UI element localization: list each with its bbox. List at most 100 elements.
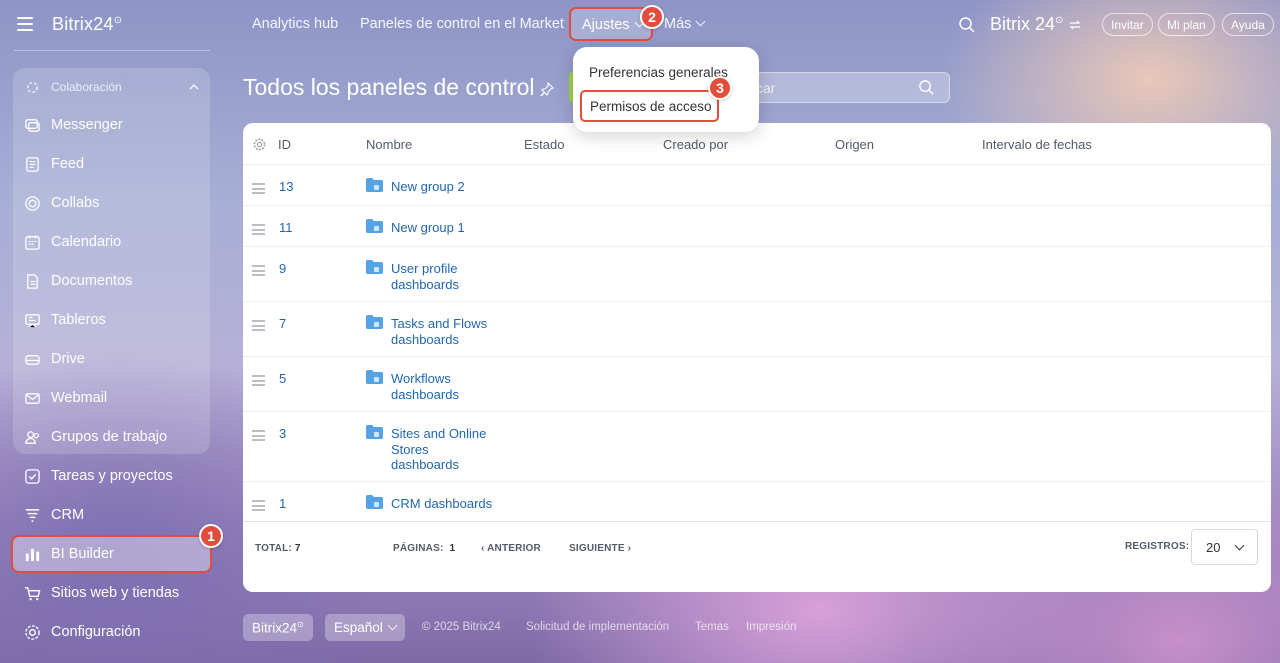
calendar-icon [23,233,41,251]
sidebar-item-label: Messenger [51,117,123,133]
sidebar-item-bi-builder[interactable]: BI Builder [11,535,212,573]
next-page-button[interactable]: SIGUIENTE › [569,543,631,554]
column-header-status[interactable]: Estado [524,137,564,152]
header-logo[interactable]: Bitrix 24⊙ [990,14,1063,35]
search-icon[interactable] [918,79,935,96]
sidebar-item-label: Grupos de trabajo [51,429,168,445]
sidebar-item-boards[interactable]: Tableros [13,305,210,335]
switch-icon[interactable] [1068,18,1082,32]
pages-indicator: PÁGINAS: 1 [393,543,456,554]
sidebar-item-sites[interactable]: Sitios web y tiendas [13,578,210,608]
sidebar-logo[interactable]: Bitrix24⊙ [52,14,122,35]
themes-link[interactable]: Temas [695,621,729,633]
row-id[interactable]: 5 [279,371,286,386]
implementation-request-link[interactable]: Solicitud de implementación [526,621,669,633]
print-link[interactable]: Impresión [746,621,797,633]
table-row[interactable]: 9 User profile dashboards [243,246,1271,301]
row-name[interactable]: New group 2 [391,179,521,195]
sidebar-item-label: Drive [51,351,85,367]
sidebar-item-calendar[interactable]: Calendario [13,227,210,257]
row-name[interactable]: User profile dashboards [391,261,491,292]
column-header-id[interactable]: ID [278,137,291,152]
prev-page-button[interactable]: ‹ ANTERIOR [481,543,541,554]
column-header-created-by[interactable]: Creado por [663,137,728,152]
sidebar-item-label: Sitios web y tiendas [51,585,180,601]
table-row[interactable]: 3 Sites and Online Stores dashboards [243,411,1271,481]
nav-market-dashboards[interactable]: Paneles de control en el Market [360,16,564,32]
chevron-down-icon [387,620,398,631]
table-row[interactable]: 1 CRM dashboards [243,481,1271,521]
row-name[interactable]: New group 1 [391,220,521,236]
sidebar-item-tasks[interactable]: Tareas y proyectos [13,461,210,491]
footer-logo[interactable]: Bitrix24⊙ [243,614,313,641]
column-header-date-range[interactable]: Intervalo de fechas [982,137,1092,152]
drag-handle-icon[interactable] [252,183,265,197]
row-name[interactable]: Workflows dashboards [391,371,481,402]
collaboration-icon [23,78,41,96]
language-select[interactable]: Español [325,614,405,641]
nav-ajustes-label: Ajustes [582,17,630,33]
row-id[interactable]: 1 [279,496,286,511]
bi-builder-icon [23,545,41,563]
table-row[interactable]: 5 Workflows dashboards [243,356,1271,411]
folder-icon [366,425,383,439]
sidebar-item-documents[interactable]: Documentos [13,266,210,296]
sidebar-item-workgroups[interactable]: Grupos de trabajo [13,422,210,452]
left-sidebar: Bitrix24⊙ Colaboración Messenger Feed Co… [0,0,222,663]
folder-icon [366,178,383,192]
row-id[interactable]: 11 [279,220,293,235]
search-icon[interactable] [958,16,976,34]
sites-icon [23,584,41,602]
sidebar-item-drive[interactable]: Drive [13,344,210,374]
step-badge-1: 1 [199,524,223,548]
sidebar-item-settings[interactable]: Configuración [13,617,210,647]
table-row[interactable]: 7 Tasks and Flows dashboards [243,301,1271,356]
page-size-select[interactable]: 20 [1191,529,1258,565]
my-plan-button[interactable]: Mi plan [1158,13,1215,36]
table-row[interactable]: 11 New group 1 [243,205,1271,246]
row-id[interactable]: 13 [279,179,293,194]
documents-icon [23,272,41,290]
drag-handle-icon[interactable] [252,320,265,334]
drag-handle-icon[interactable] [252,224,265,238]
mail-icon [23,389,41,407]
sidebar-item-feed[interactable]: Feed [13,149,210,179]
menu-item-access-permissions[interactable]: Permisos de acceso [580,90,719,122]
drag-handle-icon[interactable] [252,265,265,279]
row-id[interactable]: 9 [279,261,286,276]
table-row[interactable]: 13 New group 2 [243,164,1271,205]
gear-icon[interactable] [253,138,266,151]
row-name[interactable]: Sites and Online Stores dashboards [391,426,496,473]
nav-analytics-hub[interactable]: Analytics hub [252,16,338,32]
invite-button[interactable]: Invitar [1102,13,1153,36]
sidebar-group-header[interactable]: Colaboración [13,72,210,102]
column-header-name[interactable]: Nombre [366,137,412,152]
sidebar-item-label: Feed [51,156,85,172]
drag-handle-icon[interactable] [252,430,265,444]
sidebar-item-webmail[interactable]: Webmail [13,383,210,413]
workgroups-icon [23,428,41,446]
search-input[interactable]: scar [742,72,950,103]
sidebar-item-collabs[interactable]: Collabs [13,188,210,218]
sidebar-item-crm[interactable]: CRM [13,500,210,530]
drag-handle-icon[interactable] [252,375,265,389]
menu-item-general-preferences[interactable]: Preferencias generales [589,65,728,80]
top-bar: Analytics hub Paneles de control en el M… [222,0,1280,50]
page-title: Todos los paneles de control [243,74,535,100]
drag-handle-icon[interactable] [252,500,265,514]
sidebar-item-messenger[interactable]: Messenger [13,110,210,140]
row-name[interactable]: CRM dashboards [391,496,551,512]
row-id[interactable]: 7 [279,316,286,331]
page-size-value: 20 [1206,540,1221,555]
help-button[interactable]: Ayuda [1222,13,1274,36]
pin-icon[interactable] [540,82,554,96]
row-name[interactable]: Tasks and Flows dashboards [391,316,501,347]
menu-toggle-icon[interactable] [14,13,36,35]
chevron-up-icon[interactable] [188,81,200,93]
nav-more[interactable]: Más [664,16,706,32]
sidebar-item-label: Calendario [51,234,122,250]
sidebar-brand-row: Bitrix24⊙ [14,10,122,38]
records-label: REGISTROS: [1125,541,1190,552]
column-header-source[interactable]: Origen [835,137,874,152]
row-id[interactable]: 3 [279,426,286,441]
